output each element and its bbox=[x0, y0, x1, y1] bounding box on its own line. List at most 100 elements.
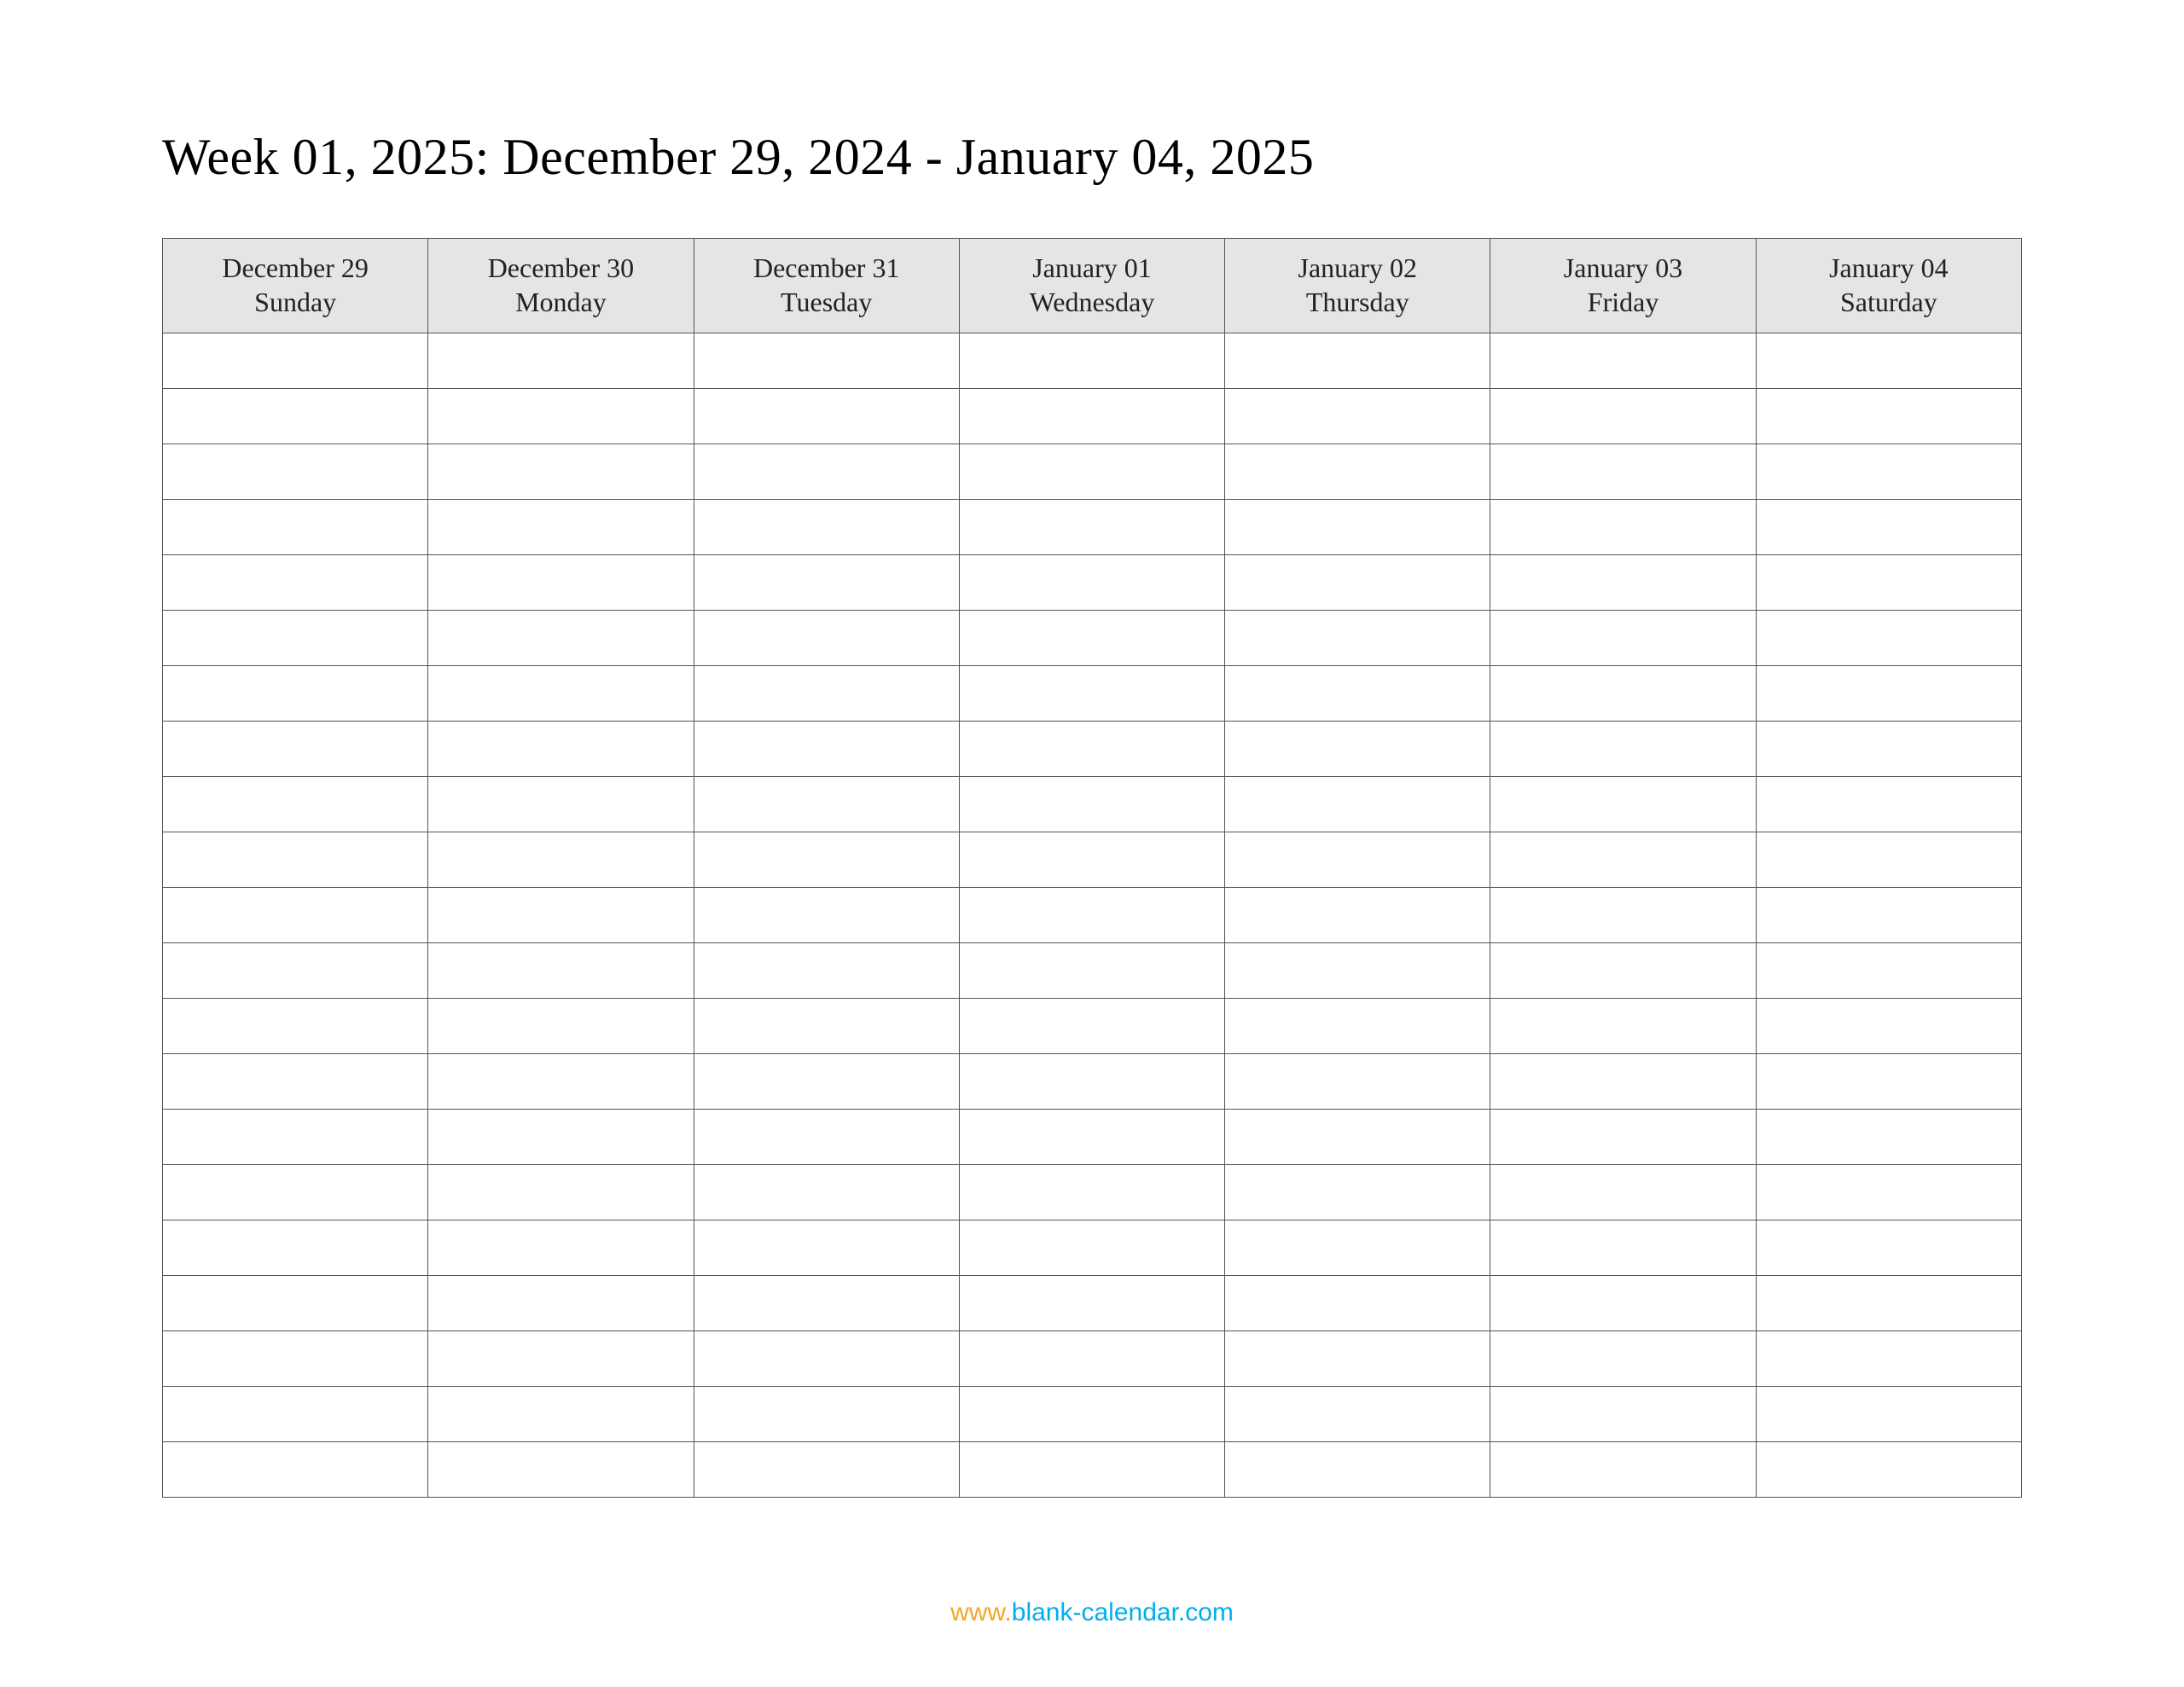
calendar-cell[interactable] bbox=[1490, 611, 1756, 666]
calendar-cell[interactable] bbox=[1490, 389, 1756, 444]
calendar-cell[interactable] bbox=[1756, 389, 2021, 444]
calendar-cell[interactable] bbox=[1225, 999, 1490, 1054]
calendar-cell[interactable] bbox=[163, 943, 428, 999]
calendar-cell[interactable] bbox=[1756, 1054, 2021, 1110]
calendar-cell[interactable] bbox=[1225, 611, 1490, 666]
calendar-cell[interactable] bbox=[1756, 1387, 2021, 1442]
calendar-cell[interactable] bbox=[694, 1442, 959, 1498]
calendar-cell[interactable] bbox=[1225, 666, 1490, 722]
calendar-cell[interactable] bbox=[1756, 555, 2021, 611]
calendar-cell[interactable] bbox=[694, 832, 959, 888]
calendar-cell[interactable] bbox=[1756, 722, 2021, 777]
calendar-cell[interactable] bbox=[163, 1220, 428, 1276]
calendar-cell[interactable] bbox=[428, 666, 694, 722]
calendar-cell[interactable] bbox=[1225, 832, 1490, 888]
calendar-cell[interactable] bbox=[428, 333, 694, 389]
calendar-cell[interactable] bbox=[1225, 777, 1490, 832]
calendar-cell[interactable] bbox=[959, 1054, 1224, 1110]
calendar-cell[interactable] bbox=[959, 555, 1224, 611]
calendar-cell[interactable] bbox=[428, 1220, 694, 1276]
calendar-cell[interactable] bbox=[694, 999, 959, 1054]
calendar-cell[interactable] bbox=[959, 1110, 1224, 1165]
calendar-cell[interactable] bbox=[1756, 777, 2021, 832]
calendar-cell[interactable] bbox=[694, 333, 959, 389]
calendar-cell[interactable] bbox=[1490, 1220, 1756, 1276]
calendar-cell[interactable] bbox=[1490, 722, 1756, 777]
calendar-cell[interactable] bbox=[1225, 1276, 1490, 1331]
calendar-cell[interactable] bbox=[1225, 1165, 1490, 1220]
calendar-cell[interactable] bbox=[1490, 777, 1756, 832]
calendar-cell[interactable] bbox=[428, 1110, 694, 1165]
calendar-cell[interactable] bbox=[428, 611, 694, 666]
calendar-cell[interactable] bbox=[959, 666, 1224, 722]
calendar-cell[interactable] bbox=[1225, 333, 1490, 389]
calendar-cell[interactable] bbox=[694, 777, 959, 832]
calendar-cell[interactable] bbox=[1490, 333, 1756, 389]
calendar-cell[interactable] bbox=[1756, 611, 2021, 666]
calendar-cell[interactable] bbox=[163, 500, 428, 555]
calendar-cell[interactable] bbox=[428, 389, 694, 444]
calendar-cell[interactable] bbox=[959, 1442, 1224, 1498]
calendar-cell[interactable] bbox=[163, 611, 428, 666]
calendar-cell[interactable] bbox=[1756, 999, 2021, 1054]
calendar-cell[interactable] bbox=[694, 1276, 959, 1331]
calendar-cell[interactable] bbox=[1225, 943, 1490, 999]
calendar-cell[interactable] bbox=[428, 1054, 694, 1110]
calendar-cell[interactable] bbox=[428, 832, 694, 888]
calendar-cell[interactable] bbox=[959, 1331, 1224, 1387]
calendar-cell[interactable] bbox=[694, 1331, 959, 1387]
calendar-cell[interactable] bbox=[428, 1387, 694, 1442]
calendar-cell[interactable] bbox=[163, 555, 428, 611]
calendar-cell[interactable] bbox=[694, 722, 959, 777]
calendar-cell[interactable] bbox=[163, 1331, 428, 1387]
calendar-cell[interactable] bbox=[959, 1220, 1224, 1276]
calendar-cell[interactable] bbox=[1490, 444, 1756, 500]
calendar-cell[interactable] bbox=[694, 888, 959, 943]
calendar-cell[interactable] bbox=[163, 888, 428, 943]
calendar-cell[interactable] bbox=[1490, 832, 1756, 888]
calendar-cell[interactable] bbox=[694, 500, 959, 555]
calendar-cell[interactable] bbox=[959, 1276, 1224, 1331]
calendar-cell[interactable] bbox=[959, 1387, 1224, 1442]
calendar-cell[interactable] bbox=[163, 832, 428, 888]
calendar-cell[interactable] bbox=[1756, 1220, 2021, 1276]
calendar-cell[interactable] bbox=[959, 777, 1224, 832]
calendar-cell[interactable] bbox=[163, 1110, 428, 1165]
calendar-cell[interactable] bbox=[1225, 722, 1490, 777]
calendar-cell[interactable] bbox=[428, 888, 694, 943]
calendar-cell[interactable] bbox=[1225, 1220, 1490, 1276]
calendar-cell[interactable] bbox=[1490, 999, 1756, 1054]
calendar-cell[interactable] bbox=[163, 1165, 428, 1220]
calendar-cell[interactable] bbox=[1490, 1331, 1756, 1387]
calendar-cell[interactable] bbox=[1490, 500, 1756, 555]
calendar-cell[interactable] bbox=[428, 1276, 694, 1331]
calendar-cell[interactable] bbox=[1490, 1054, 1756, 1110]
calendar-cell[interactable] bbox=[694, 444, 959, 500]
calendar-cell[interactable] bbox=[163, 999, 428, 1054]
calendar-cell[interactable] bbox=[694, 1387, 959, 1442]
footer-link[interactable]: blank-calendar.com bbox=[1012, 1598, 1234, 1626]
calendar-cell[interactable] bbox=[694, 1165, 959, 1220]
calendar-cell[interactable] bbox=[163, 444, 428, 500]
calendar-cell[interactable] bbox=[428, 555, 694, 611]
calendar-cell[interactable] bbox=[959, 500, 1224, 555]
calendar-cell[interactable] bbox=[694, 1054, 959, 1110]
calendar-cell[interactable] bbox=[163, 1387, 428, 1442]
calendar-cell[interactable] bbox=[1490, 666, 1756, 722]
calendar-cell[interactable] bbox=[1225, 1054, 1490, 1110]
calendar-cell[interactable] bbox=[694, 555, 959, 611]
calendar-cell[interactable] bbox=[428, 722, 694, 777]
calendar-cell[interactable] bbox=[959, 943, 1224, 999]
calendar-cell[interactable] bbox=[1225, 888, 1490, 943]
calendar-cell[interactable] bbox=[428, 943, 694, 999]
calendar-cell[interactable] bbox=[1490, 943, 1756, 999]
calendar-cell[interactable] bbox=[1225, 555, 1490, 611]
calendar-cell[interactable] bbox=[1225, 444, 1490, 500]
calendar-cell[interactable] bbox=[1756, 1110, 2021, 1165]
calendar-cell[interactable] bbox=[163, 666, 428, 722]
calendar-cell[interactable] bbox=[1756, 1276, 2021, 1331]
calendar-cell[interactable] bbox=[1490, 1387, 1756, 1442]
calendar-cell[interactable] bbox=[1756, 1165, 2021, 1220]
calendar-cell[interactable] bbox=[959, 444, 1224, 500]
calendar-cell[interactable] bbox=[428, 1165, 694, 1220]
